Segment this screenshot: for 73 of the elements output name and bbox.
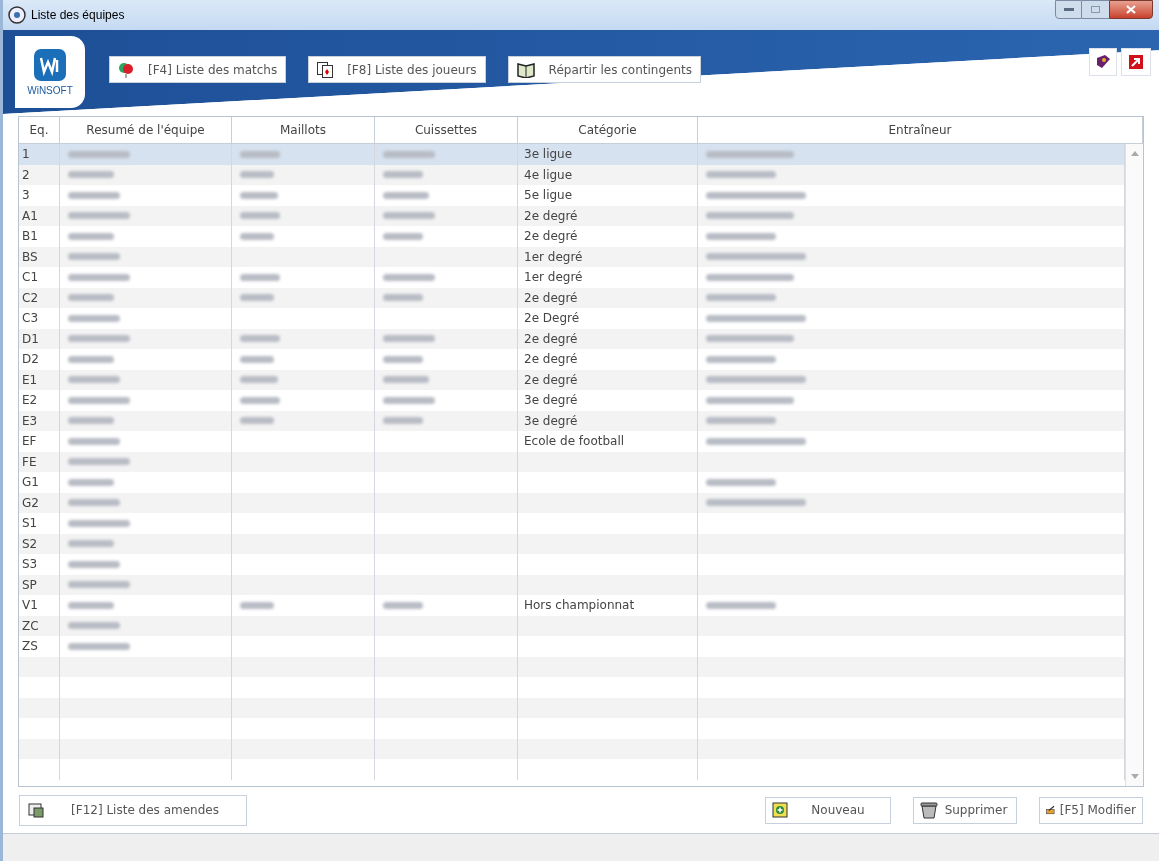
table-cell-text: B1 — [21, 228, 38, 246]
table-cell-text: A1 — [21, 207, 38, 225]
table-cell-text: 3 — [21, 187, 30, 205]
scroll-down-icon[interactable] — [1130, 774, 1139, 780]
table-cell-text: 1er degré — [523, 248, 583, 266]
scrollbar[interactable] — [1125, 144, 1143, 786]
table-cell-text: SP — [21, 576, 37, 594]
app-icon — [7, 5, 27, 25]
fines-button[interactable]: [F12] Liste des amendes — [19, 794, 247, 826]
column-header[interactable]: Cuissettes — [375, 117, 518, 143]
table-cell-text: 1 — [21, 146, 30, 164]
table-cell-text: EF — [21, 433, 37, 451]
table-cell-text: 3e ligue — [523, 146, 573, 164]
column-header[interactable]: Entraîneur — [698, 117, 1143, 143]
close-icon — [1126, 5, 1136, 14]
scroll-up-icon[interactable] — [1130, 150, 1139, 156]
table-cell-text: 5e ligue — [523, 187, 573, 205]
logo-icon — [33, 48, 67, 82]
table-cell-text: 2e degré — [523, 228, 578, 246]
column-header[interactable]: Eq. — [19, 117, 60, 143]
table-cell-text: E2 — [21, 392, 38, 410]
table-cell-text: V1 — [21, 597, 38, 615]
toolbar-button[interactable]: [F4] Liste des matchs — [109, 56, 287, 83]
exit-button[interactable] — [1121, 48, 1151, 76]
table-cell-text: C2 — [21, 289, 38, 307]
table-cell-text: D1 — [21, 330, 39, 348]
table-cell-text: 2e Degré — [523, 310, 580, 328]
cards-icon — [317, 61, 334, 78]
window-title: Liste des équipes — [31, 7, 125, 24]
table-cell-text: 2e degré — [523, 371, 578, 389]
table-cell-text: S1 — [21, 515, 38, 533]
table-cell-text: 2e degré — [523, 351, 578, 369]
table-cell-text: S2 — [21, 535, 38, 553]
table-cell-text: 2e degré — [523, 330, 578, 348]
table-cell-text: 1er degré — [523, 269, 583, 287]
close-button[interactable] — [1109, 0, 1153, 19]
table-cell-text: ZS — [21, 638, 38, 656]
column-header[interactable]: Resumé de l'équipe — [60, 117, 232, 143]
table-cell-text: 2e degré — [523, 207, 578, 225]
table-cell-text: C3 — [21, 310, 38, 328]
table-cell-text: D2 — [21, 351, 39, 369]
action-button[interactable]: Nouveau — [765, 796, 891, 824]
column-header[interactable]: Maillots — [232, 117, 375, 143]
action-button[interactable]: [F5] Modifier — [1039, 796, 1143, 824]
column-header[interactable]: Catégorie — [518, 117, 698, 143]
table-cell-text: Ecole de football — [523, 433, 625, 451]
balloon-icon — [118, 61, 134, 78]
maximize-button[interactable] — [1082, 0, 1109, 19]
arrow-icon — [1129, 55, 1143, 69]
table-cell-text: FE — [21, 453, 37, 471]
document-icon — [28, 802, 44, 818]
book-button[interactable] — [1089, 48, 1117, 76]
table-cell-text: G1 — [21, 474, 39, 492]
table-cell-text: BS — [21, 248, 38, 266]
table-cell-text: E1 — [21, 371, 38, 389]
table-cell-text: E3 — [21, 412, 38, 430]
table-cell-text: 2e degré — [523, 289, 578, 307]
table-cell-text: ZC — [21, 617, 39, 635]
table-cell-text: Hors championnat — [523, 597, 635, 615]
table-cell-text: 3e degré — [523, 412, 578, 430]
table-cell-text: 4e ligue — [523, 166, 573, 184]
table-cell-text: G2 — [21, 494, 39, 512]
minimize-button[interactable] — [1055, 0, 1082, 19]
table-cell-text: 3e degré — [523, 392, 578, 410]
table-cell-text: C1 — [21, 269, 38, 287]
logo-text: WiNSOFT — [27, 86, 73, 96]
toolbar-button[interactable]: [F8] Liste des joueurs — [308, 56, 486, 83]
table-cell-text: S3 — [21, 556, 38, 574]
table-cell-text: 2 — [21, 166, 30, 184]
action-button[interactable]: Supprimer — [913, 796, 1017, 824]
toolbar-button[interactable]: Répartir les contingents — [507, 56, 701, 83]
add-icon — [772, 802, 788, 818]
trash-icon — [920, 801, 938, 819]
